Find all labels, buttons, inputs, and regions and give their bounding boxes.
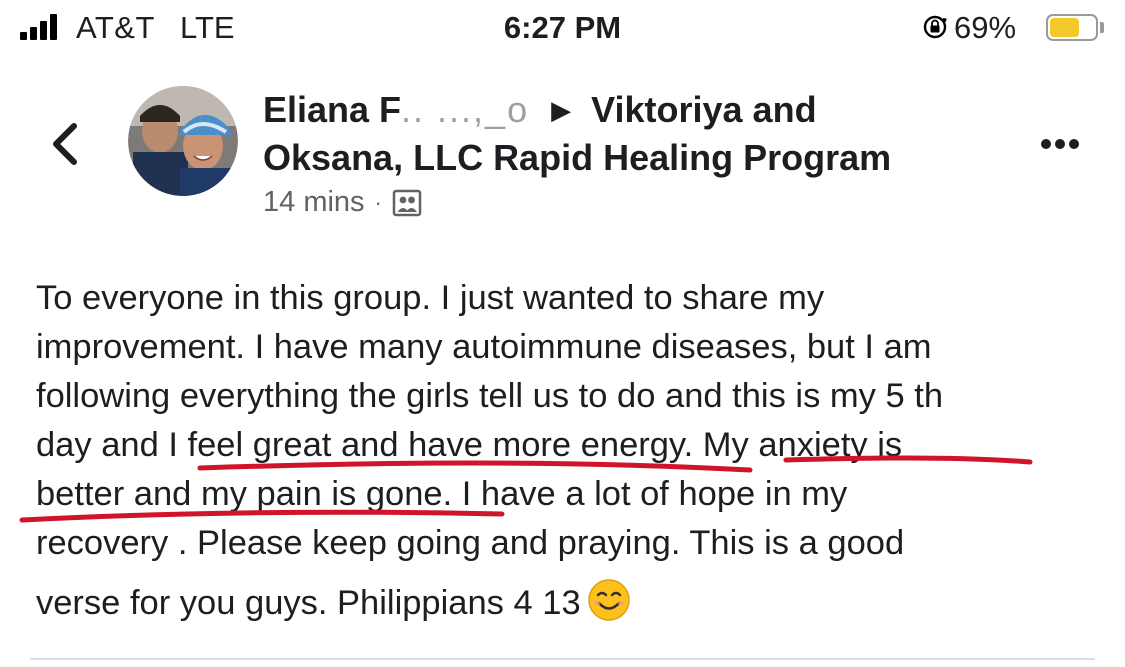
arrow-right-icon: ▶ [551, 95, 572, 125]
post-body-line-last: verse for you guys. Philippians 4 13 [36, 578, 1111, 628]
status-bar: AT&T LTE 6:27 PM 69% [0, 0, 1125, 60]
post-body: To everyone in this group. I just wanted… [36, 274, 1111, 628]
post-body-line: day and I feel great and have more energ… [36, 426, 903, 464]
redacted-surname: .. ...,_o [401, 89, 530, 130]
more-options-icon [1041, 139, 1079, 149]
post-body-line: following everything the girls tell us t… [36, 377, 944, 415]
more-options-button[interactable] [1030, 124, 1090, 164]
group-members-icon [392, 189, 422, 216]
group-name-line-1[interactable]: Viktoriya and [591, 89, 816, 130]
post-timestamp[interactable]: 14 mins [263, 186, 365, 219]
battery-icon [1046, 14, 1098, 41]
smiling-face-emoji [587, 579, 630, 621]
group-name-line-2[interactable]: Oksana, LLC Rapid Healing Program [263, 137, 891, 178]
post-meta: 14 mins · [263, 186, 422, 219]
author-name[interactable]: Eliana F.. ...,_o [263, 89, 539, 130]
battery-cap [1100, 22, 1104, 33]
avatar[interactable] [128, 86, 238, 196]
post-body-line: recovery . Please keep going and praying… [36, 524, 905, 562]
meta-separator: · [374, 189, 382, 215]
battery-level-fill [1050, 18, 1080, 37]
post-header-title: Eliana F.. ...,_o ▶ Viktoriya and Oksana… [263, 86, 1003, 181]
chevron-left-icon [53, 123, 77, 165]
post-divider [30, 658, 1095, 660]
battery-percentage: 69% [954, 10, 1017, 45]
post-body-line: verse for you guys. Philippians 4 13 [36, 584, 581, 622]
orientation-lock-icon [923, 15, 947, 39]
post-body-line: better and my pain is gone. I have a lot… [36, 475, 848, 513]
post-body-line: To everyone in this group. I just wanted… [36, 279, 825, 317]
back-button[interactable] [42, 118, 88, 170]
post-body-line: improvement. I have many autoimmune dise… [36, 328, 932, 366]
